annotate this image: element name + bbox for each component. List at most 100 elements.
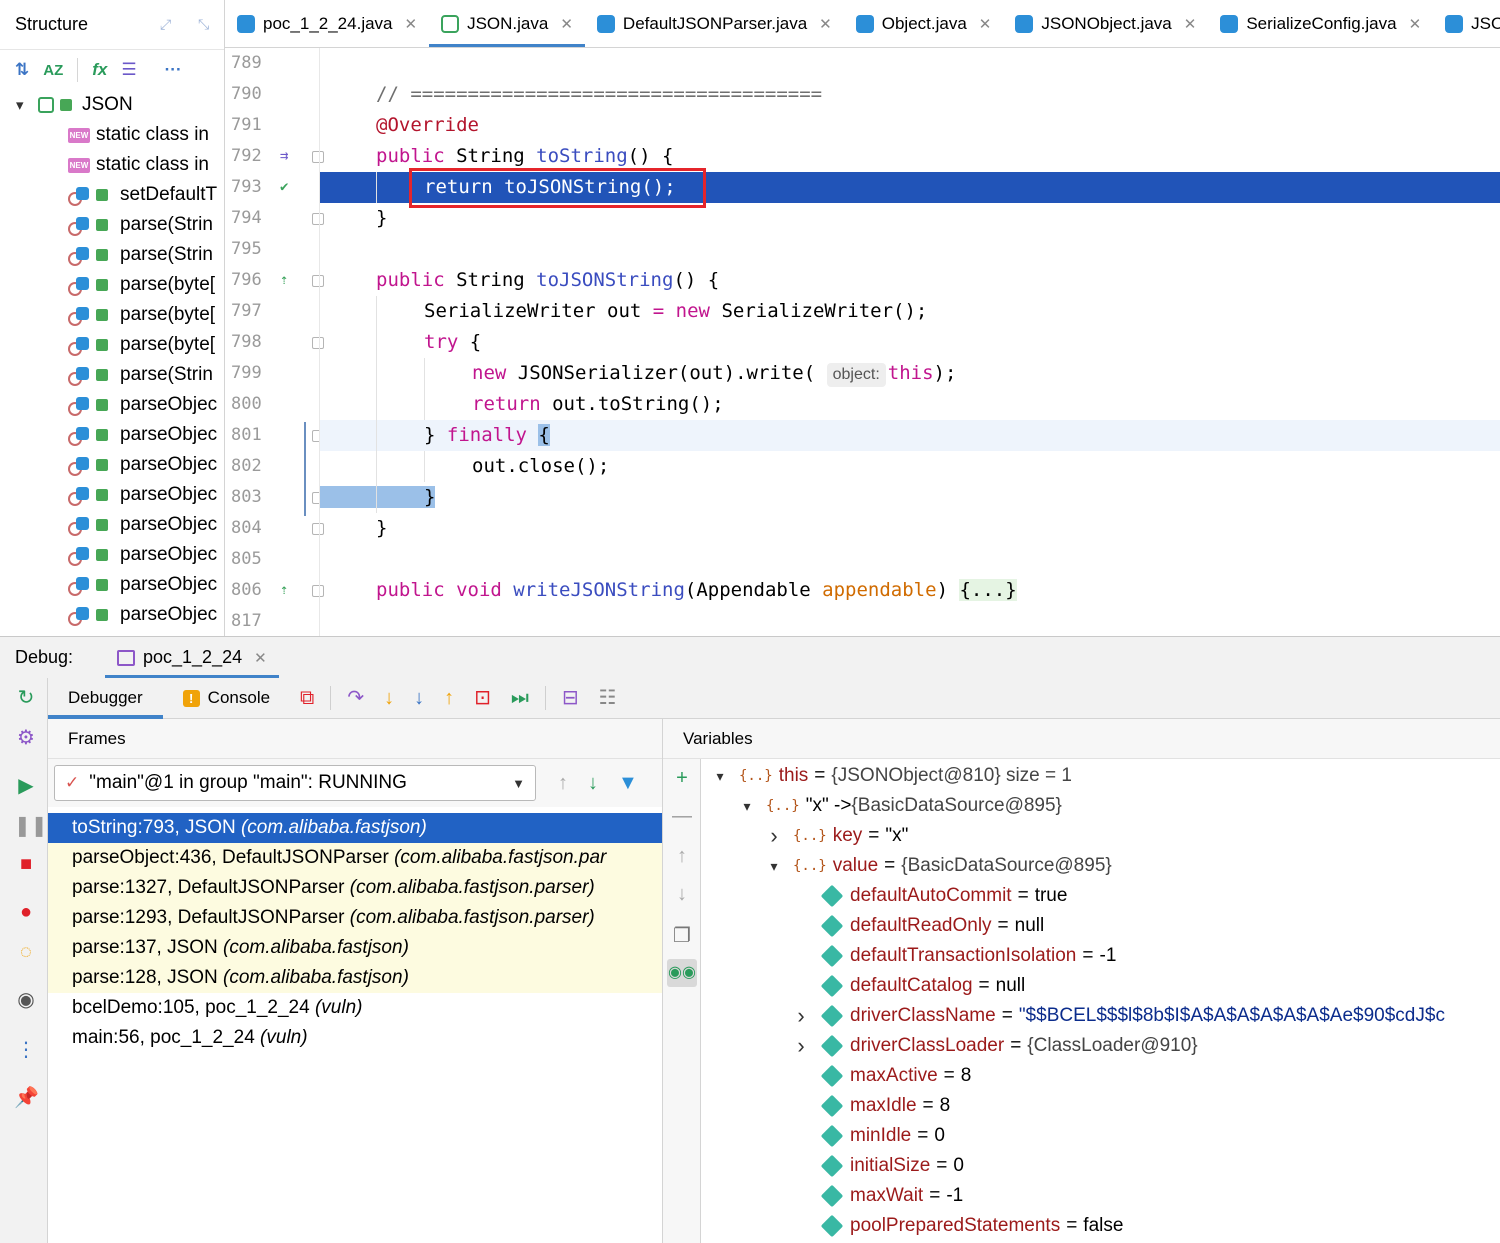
structure-root[interactable]: ▾ JSON: [0, 90, 224, 120]
camera-icon[interactable]: ◉: [14, 988, 38, 1012]
mute-breakpoints-icon[interactable]: ◌: [14, 940, 38, 964]
show-fields-icon[interactable]: fx: [92, 60, 107, 80]
structure-item[interactable]: parseObjec: [0, 480, 224, 510]
collapse-icon[interactable]: ⤡: [198, 16, 209, 33]
step-over-icon[interactable]: ↷: [347, 686, 364, 710]
code-line-790[interactable]: // ====================================: [320, 79, 1500, 110]
step-into-icon[interactable]: ↓: [384, 686, 394, 710]
chevron-down-icon[interactable]: ▾: [711, 761, 729, 791]
chevron-right-icon[interactable]: ›: [792, 1001, 810, 1031]
structure-item[interactable]: parse(byte[: [0, 330, 224, 360]
rerun-icon[interactable]: ↻: [14, 686, 38, 710]
code-line-800[interactable]: return out.toString();: [320, 389, 1500, 420]
variable-row[interactable]: ▾ {..} "x" -> {BasicDataSource@895}: [738, 791, 1061, 821]
tab-console[interactable]: ! Console: [163, 678, 290, 719]
resume-icon[interactable]: ▶: [14, 774, 38, 798]
code-line-799[interactable]: new JSONSerializer(out).write( object: th…: [320, 358, 1500, 389]
variable-row[interactable]: › driverClassName = "$$BCEL$$$l$8b$I$A$A$A$…: [792, 1001, 1445, 1031]
variable-row[interactable]: minIdle = 0: [792, 1121, 945, 1151]
code-editor[interactable]: 789 790 791 792 793 794 795 796 797 798 799 800 801 8…: [225, 48, 1500, 636]
stack-frame[interactable]: parse:1293, DefaultJSONParser (com.aliba…: [48, 903, 662, 933]
structure-item[interactable]: parse(Strin: [0, 360, 224, 390]
breakpoint-check-icon[interactable]: ✔: [280, 172, 288, 203]
filter-icon[interactable]: ▼: [618, 772, 638, 795]
move-up-icon[interactable]: ↑: [671, 845, 693, 868]
stack-frame[interactable]: parse:1327, DefaultJSONParser (com.aliba…: [48, 873, 662, 903]
implemented-method-icon[interactable]: ⇡: [280, 575, 288, 606]
structure-item[interactable]: parseObjec: [0, 570, 224, 600]
restore-layout-icon[interactable]: ⧉: [300, 686, 314, 710]
stack-frame[interactable]: bcelDemo:105, poc_1_2_24 (vuln): [48, 993, 662, 1023]
code-line-804[interactable]: }: [320, 513, 1500, 544]
move-down-icon[interactable]: ↓: [671, 883, 693, 906]
structure-item[interactable]: parseObjec: [0, 510, 224, 540]
code-line-801-caret[interactable]: } finally {: [320, 420, 1500, 451]
stack-frame[interactable]: parse:137, JSON (com.alibaba.fastjson): [48, 933, 662, 963]
debug-session-tab[interactable]: poc_1_2_24 ✕: [105, 637, 279, 679]
tab-poc-1-2-24-java[interactable]: poc_1_2_24.java ✕: [225, 0, 429, 47]
more-icon[interactable]: ···: [165, 60, 182, 80]
more-vertical-icon[interactable]: ⋮: [14, 1038, 38, 1062]
structure-item[interactable]: parseObjec: [0, 540, 224, 570]
arrow-down-icon[interactable]: ↓: [588, 772, 598, 795]
code-line-798[interactable]: try {: [320, 327, 1500, 358]
variable-row[interactable]: › {..} key = "x": [765, 821, 908, 851]
copy-icon[interactable]: ❐: [671, 923, 693, 948]
structure-item[interactable]: NEW static class in: [0, 120, 224, 150]
pin-icon[interactable]: 📌: [14, 1086, 39, 1110]
tab-json-java[interactable]: JSON.java ✕: [429, 0, 585, 47]
variable-row[interactable]: defaultCatalog = null: [792, 971, 1025, 1001]
code-line-802[interactable]: out.close();: [320, 451, 1500, 482]
code-line-797[interactable]: SerializeWriter out = new SerializeWrite…: [320, 296, 1500, 327]
variable-row[interactable]: maxIdle = 8: [792, 1091, 950, 1121]
structure-item[interactable]: parseObjec: [0, 600, 224, 630]
remove-watch-icon[interactable]: —: [671, 805, 693, 828]
structure-item[interactable]: parseObjec: [0, 450, 224, 480]
tab-debugger[interactable]: Debugger: [48, 678, 163, 719]
stack-frame[interactable]: toString:793, JSON (com.alibaba.fastjson…: [48, 813, 662, 843]
variable-row[interactable]: defaultAutoCommit = true: [792, 881, 1067, 911]
pause-icon[interactable]: ❚❚: [14, 814, 48, 838]
stack-frame[interactable]: parse:128, JSON (com.alibaba.fastjson): [48, 963, 662, 993]
close-icon[interactable]: ✕: [819, 15, 832, 33]
evaluate-expression-icon[interactable]: ⊟: [562, 686, 579, 710]
variable-row[interactable]: maxWait = -1: [792, 1181, 963, 1211]
variable-row[interactable]: › driverClassLoader = {ClassLoader@910}: [792, 1031, 1197, 1061]
stack-frame[interactable]: parseObject:436, DefaultJSONParser (com.…: [48, 843, 662, 873]
overriding-method-icon[interactable]: ⇉: [280, 141, 288, 172]
variable-row[interactable]: defaultTransactionIsolation = -1: [792, 941, 1116, 971]
step-out-icon[interactable]: ↑: [444, 686, 454, 710]
code-line-796[interactable]: public String toJSONString() {: [320, 265, 1500, 296]
close-icon[interactable]: ✕: [1184, 15, 1197, 33]
chevron-down-icon[interactable]: ▾: [738, 791, 756, 821]
folded-block[interactable]: {...}: [959, 579, 1017, 601]
chevron-down-icon[interactable]: ▾: [765, 851, 783, 881]
close-icon[interactable]: ✕: [1409, 15, 1422, 33]
tab-jso[interactable]: JSO: [1433, 0, 1500, 47]
variable-row[interactable]: initialSize = 0: [792, 1151, 964, 1181]
chevron-down-icon[interactable]: ▾: [16, 96, 38, 114]
close-icon[interactable]: ✕: [560, 15, 573, 33]
tab-defaultjsonparser-java[interactable]: DefaultJSONParser.java ✕: [585, 0, 844, 47]
close-icon[interactable]: ✕: [254, 649, 267, 667]
view-breakpoints-icon[interactable]: ●: [14, 900, 38, 924]
structure-item[interactable]: parse(Strin: [0, 210, 224, 240]
variable-row[interactable]: maxActive = 8: [792, 1061, 971, 1091]
expand-icon[interactable]: ⤢: [160, 16, 171, 33]
inherited-icon[interactable]: ☰: [121, 60, 136, 80]
structure-item[interactable]: parseObjec: [0, 420, 224, 450]
stack-frame[interactable]: main:56, poc_1_2_24 (vuln): [48, 1023, 662, 1053]
structure-item[interactable]: parse(Strin: [0, 240, 224, 270]
tab-jsonobject-java[interactable]: JSONObject.java ✕: [1003, 0, 1208, 47]
structure-item[interactable]: parseObjec: [0, 390, 224, 420]
chevron-right-icon[interactable]: ›: [792, 1031, 810, 1061]
code-line-791[interactable]: @Override: [320, 110, 1500, 141]
structure-item[interactable]: parse(byte[: [0, 300, 224, 330]
drop-frame-icon[interactable]: ⊡: [474, 686, 491, 710]
variable-row[interactable]: defaultReadOnly = null: [792, 911, 1044, 941]
thread-select[interactable]: ✓ "main"@1 in group "main": RUNNING ▼: [54, 765, 536, 801]
structure-item[interactable]: setDefaultT: [0, 180, 224, 210]
force-step-into-icon[interactable]: ↓: [414, 686, 424, 710]
trace-icon[interactable]: ☷: [599, 686, 617, 710]
arrow-up-icon[interactable]: ↑: [558, 772, 568, 795]
